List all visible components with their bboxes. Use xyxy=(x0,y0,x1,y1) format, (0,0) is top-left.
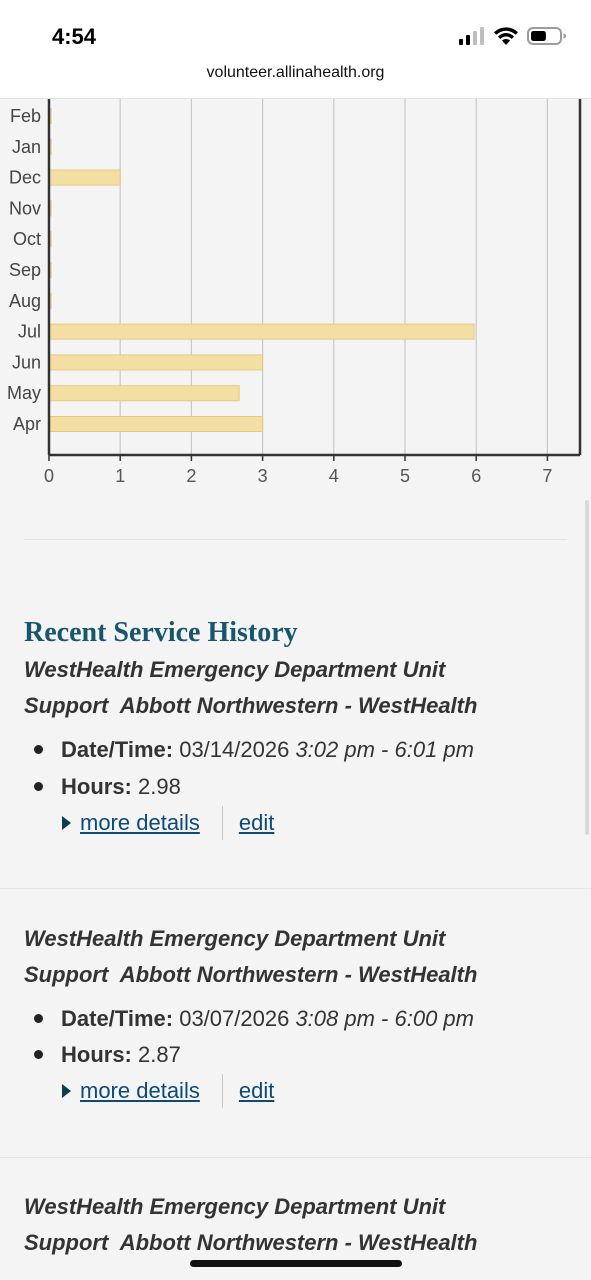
entry-hours: Hours: 2.87 xyxy=(34,1042,181,1068)
x-tick-label: 3 xyxy=(258,466,268,486)
page-scrollbar[interactable] xyxy=(585,500,589,835)
recent-service-history-heading: Recent Service History xyxy=(24,617,298,648)
hours-label: Hours: xyxy=(61,1042,132,1067)
wifi-icon xyxy=(494,27,518,45)
bullet-icon xyxy=(34,781,43,791)
entry-hours-value: 2.98 xyxy=(138,774,181,799)
entry-time-range: 3:02 pm - 6:01 pm xyxy=(295,737,474,762)
datetime-label: Date/Time: xyxy=(61,737,174,762)
more-details-link[interactable]: more details xyxy=(80,810,200,836)
x-tick-label: 1 xyxy=(115,466,125,486)
entry-separator xyxy=(0,888,591,889)
status-time: 4:54 xyxy=(52,24,97,49)
y-tick-label: Jul xyxy=(18,322,41,342)
y-tick-label: Dec xyxy=(9,168,41,188)
y-tick-label: May xyxy=(7,383,41,403)
x-tick-label: 5 xyxy=(400,466,410,486)
entry-actions: more details edit xyxy=(62,806,274,840)
chart-bar xyxy=(48,416,264,432)
x-tick-label: 7 xyxy=(542,466,552,486)
link-separator xyxy=(221,1074,223,1108)
address-url[interactable]: volunteer.allinahealth.org xyxy=(0,64,591,82)
entry-title-line1: WestHealth Emergency Department Unit xyxy=(24,1194,446,1219)
entry-date: 03/14/2026 xyxy=(179,737,290,762)
y-tick-label: Nov xyxy=(9,198,41,218)
section-divider xyxy=(24,539,567,540)
entry-title-line1: WestHealth Emergency Department Unit xyxy=(24,926,446,951)
chart-bar xyxy=(48,354,264,371)
browser-status-bar: 4:54 volunteer.allinahealth.org xyxy=(0,0,591,99)
edit-link[interactable]: edit xyxy=(239,1078,274,1104)
entry-title-line2: Support Abbott Northwestern - WestHealth xyxy=(24,1230,478,1255)
entry-title-line2: Support Abbott Northwestern - WestHealth xyxy=(24,693,478,718)
link-separator xyxy=(221,806,223,840)
status-icons xyxy=(459,26,567,46)
caret-right-icon[interactable] xyxy=(62,816,71,830)
more-details-link[interactable]: more details xyxy=(80,1078,200,1104)
x-tick-label: 4 xyxy=(329,466,339,486)
y-tick-label: Jun xyxy=(12,352,41,372)
battery-icon xyxy=(527,27,566,45)
edit-link[interactable]: edit xyxy=(239,810,274,836)
entry-hours-value: 2.87 xyxy=(138,1042,181,1067)
cellular-signal-icon xyxy=(459,27,484,45)
y-tick-label: Jan xyxy=(12,137,41,157)
y-tick-label: Oct xyxy=(13,229,41,249)
bullet-icon xyxy=(34,1013,43,1023)
bullet-icon xyxy=(34,1049,43,1059)
y-tick-label: Feb xyxy=(10,106,41,126)
datetime-label: Date/Time: xyxy=(61,1006,174,1031)
entry-title: WestHealth Emergency Department Unit Sup… xyxy=(24,652,584,724)
entry-datetime: Date/Time: 03/14/2026 3:02 pm - 6:01 pm xyxy=(34,737,474,763)
x-tick-label: 2 xyxy=(186,466,196,486)
x-tick-label: 6 xyxy=(471,466,481,486)
y-tick-label: Aug xyxy=(9,291,41,311)
entry-separator xyxy=(0,1157,591,1158)
hours-by-month-chart: Feb Jan Dec Nov Oct Sep Aug Jul Jun May Apr 0 1 2 3 4 5 6… xyxy=(0,98,591,498)
entry-actions: more details edit xyxy=(62,1074,274,1108)
entry-title: WestHealth Emergency Department Unit Sup… xyxy=(24,921,584,993)
entry-title: WestHealth Emergency Department Unit Sup… xyxy=(24,1189,584,1261)
entry-date: 03/07/2026 xyxy=(179,1006,290,1031)
hours-label: Hours: xyxy=(61,774,132,799)
chart-bar xyxy=(48,385,240,402)
y-tick-label: Apr xyxy=(13,414,41,434)
x-tick-label: 0 xyxy=(44,466,54,486)
hours-bar-chart: Feb Jan Dec Nov Oct Sep Aug Jul Jun May Apr 0 1 2 3 4 5 6… xyxy=(7,98,582,486)
y-tick-label: Sep xyxy=(9,260,41,280)
entry-title-line2: Support Abbott Northwestern - WestHealth xyxy=(24,962,478,987)
entry-hours: Hours: 2.98 xyxy=(34,774,181,800)
chart-bar xyxy=(48,169,121,186)
entry-time-range: 3:08 pm - 6:00 pm xyxy=(295,1006,474,1031)
chart-bar xyxy=(48,323,475,340)
bullet-icon xyxy=(34,744,43,754)
entry-title-line1: WestHealth Emergency Department Unit xyxy=(24,657,446,682)
home-indicator[interactable] xyxy=(190,1260,402,1267)
entry-datetime: Date/Time: 03/07/2026 3:08 pm - 6:00 pm xyxy=(34,1006,474,1032)
caret-right-icon[interactable] xyxy=(62,1084,71,1098)
